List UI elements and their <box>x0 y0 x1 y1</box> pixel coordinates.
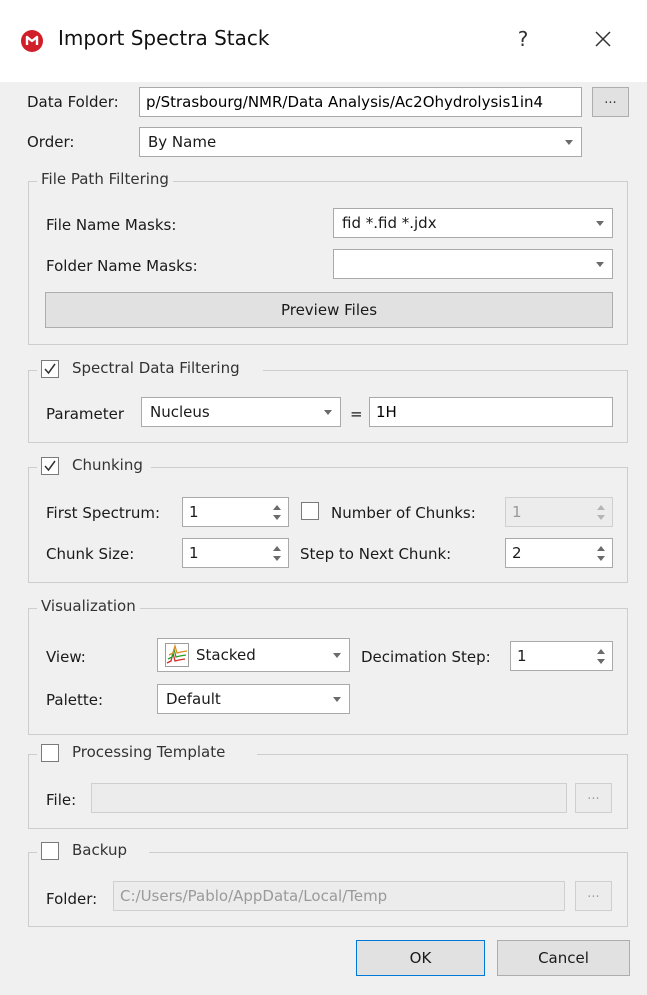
backup-folder-browse-button[interactable]: ... <box>575 881 612 911</box>
spin-down-icon[interactable] <box>597 556 605 561</box>
number-of-chunks-value: 1 <box>512 503 522 521</box>
order-select[interactable]: By Name <box>139 127 582 157</box>
first-spectrum-label: First Spectrum: <box>46 504 161 522</box>
parameter-label: Parameter <box>46 405 125 423</box>
preview-files-button[interactable]: Preview Files <box>45 292 613 328</box>
backup-folder-input[interactable]: C:/Users/Pablo/AppData/Local/Temp <box>113 881 565 911</box>
spectral-data-filtering-title: Spectral Data Filtering <box>68 359 244 377</box>
backup-checkbox[interactable] <box>41 842 59 860</box>
chevron-down-icon <box>596 262 604 267</box>
cancel-button[interactable]: Cancel <box>497 940 630 976</box>
title-bar: Import Spectra Stack ? <box>0 0 647 82</box>
spin-up-icon[interactable] <box>597 649 605 654</box>
close-icon[interactable] <box>585 22 621 56</box>
view-label: View: <box>46 648 86 666</box>
decimation-step-label: Decimation Step: <box>361 648 491 666</box>
template-file-browse-button[interactable]: ... <box>575 783 612 813</box>
number-of-chunks-label: Number of Chunks: <box>331 504 476 522</box>
file-label: File: <box>46 791 77 809</box>
chunking-title: Chunking <box>68 456 147 474</box>
file-name-masks-value: fid *.fid *.jdx <box>342 214 437 232</box>
spin-up-icon <box>597 505 605 510</box>
number-of-chunks-spinbox[interactable]: 1 <box>505 497 613 527</box>
spin-up-icon[interactable] <box>597 546 605 551</box>
step-to-next-chunk-label: Step to Next Chunk: <box>300 545 452 563</box>
chevron-down-icon <box>333 653 341 658</box>
step-to-next-chunk-value: 2 <box>512 544 522 562</box>
palette-label: Palette: <box>46 691 104 709</box>
spin-down-icon[interactable] <box>597 659 605 664</box>
spectral-data-filtering-checkbox[interactable] <box>41 360 59 378</box>
spin-up-icon[interactable] <box>273 505 281 510</box>
view-select[interactable]: Stacked <box>157 638 350 672</box>
processing-template-checkbox[interactable] <box>41 744 59 762</box>
number-of-chunks-checkbox[interactable] <box>301 502 319 520</box>
parameter-value: Nucleus <box>150 403 210 421</box>
file-name-masks-select[interactable]: fid *.fid *.jdx <box>333 208 613 238</box>
decimation-step-value: 1 <box>517 647 527 665</box>
decimation-step-spinbox[interactable]: 1 <box>510 641 613 671</box>
file-name-masks-label: File Name Masks: <box>46 216 177 234</box>
mestrenova-logo-icon <box>21 30 43 52</box>
ok-button[interactable]: OK <box>356 940 485 976</box>
folder-name-masks-select[interactable] <box>333 249 613 279</box>
spin-down-icon <box>597 515 605 520</box>
view-value: Stacked <box>196 646 256 664</box>
spin-down-icon[interactable] <box>273 515 281 520</box>
order-label: Order: <box>27 133 75 151</box>
first-spectrum-value: 1 <box>189 503 199 521</box>
folder-name-masks-label: Folder Name Masks: <box>46 257 198 275</box>
parameter-select[interactable]: Nucleus <box>141 397 341 427</box>
spin-up-icon[interactable] <box>273 546 281 551</box>
step-to-next-chunk-spinbox[interactable]: 2 <box>505 538 613 568</box>
template-file-input[interactable] <box>91 783 567 813</box>
chevron-down-icon <box>324 410 332 415</box>
stacked-plot-icon <box>165 643 189 667</box>
window-title: Import Spectra Stack <box>58 26 270 50</box>
file-path-filtering-title: File Path Filtering <box>37 170 173 188</box>
chevron-down-icon <box>565 140 573 145</box>
chunk-size-label: Chunk Size: <box>46 545 135 563</box>
chunk-size-spinbox[interactable]: 1 <box>182 538 289 568</box>
backup-title: Backup <box>68 841 131 859</box>
spin-down-icon[interactable] <box>273 556 281 561</box>
nucleus-value-input[interactable]: 1H <box>369 397 613 427</box>
data-folder-label: Data Folder: <box>27 93 119 111</box>
order-select-value: By Name <box>148 133 217 151</box>
data-folder-input[interactable]: p/Strasbourg/NMR/Data Analysis/Ac2Ohydro… <box>139 87 582 117</box>
help-button[interactable]: ? <box>508 22 538 56</box>
processing-template-title: Processing Template <box>68 743 230 761</box>
chevron-down-icon <box>333 697 341 702</box>
palette-select[interactable]: Default <box>157 684 350 714</box>
palette-value: Default <box>166 690 221 708</box>
chevron-down-icon <box>596 221 604 226</box>
chunking-checkbox[interactable] <box>41 457 59 475</box>
visualization-title: Visualization <box>37 597 140 615</box>
backup-folder-label: Folder: <box>46 890 98 908</box>
first-spectrum-spinbox[interactable]: 1 <box>182 497 289 527</box>
chunk-size-value: 1 <box>189 544 199 562</box>
data-folder-browse-button[interactable]: ... <box>592 87 629 117</box>
equals-sign: = <box>350 405 363 423</box>
